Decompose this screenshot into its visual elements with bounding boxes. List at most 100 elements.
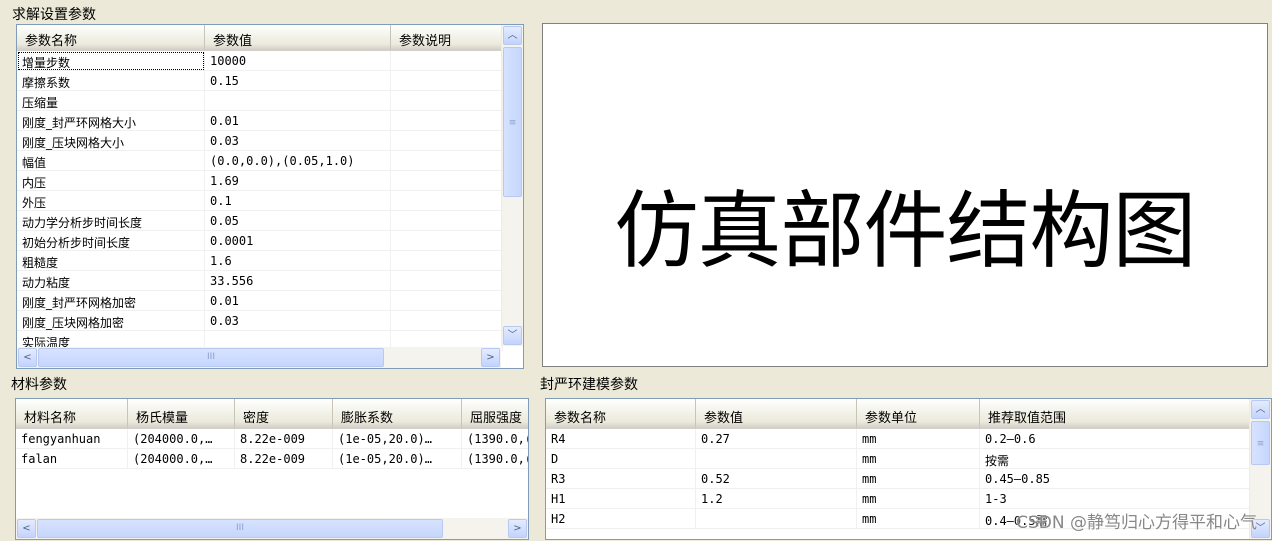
table-cell[interactable]: 1-3 [980, 489, 1251, 509]
column-header[interactable]: 参数值 [205, 25, 391, 51]
table-cell[interactable]: 1.6 [205, 251, 391, 271]
solver-group-title: 求解设置参数 [12, 7, 96, 23]
table-cell[interactable]: 0.01 [205, 111, 391, 131]
table-cell[interactable]: 初始分析步时间长度 [17, 231, 205, 251]
table-cell[interactable]: (204000.0,… [128, 449, 235, 469]
table-cell[interactable]: mm [857, 489, 980, 509]
column-header[interactable]: 屈服强度 [462, 399, 528, 429]
table-cell[interactable]: 内压 [17, 171, 205, 191]
table-cell[interactable]: 0.27 [696, 429, 857, 449]
scroll-up-icon[interactable]: ︿ [1251, 400, 1270, 419]
scroll-down-icon[interactable]: ﹀ [503, 326, 522, 345]
table-cell[interactable]: 0.03 [205, 131, 391, 151]
table-cell[interactable]: 刚度_压块网格加密 [17, 311, 205, 331]
column-header[interactable]: 参数名称 [17, 25, 205, 51]
material-hscrollbar[interactable]: < III > [16, 518, 528, 539]
table-cell[interactable]: 8.22e-009 [235, 449, 333, 469]
table-cell[interactable]: 1.69 [205, 171, 391, 191]
column-header[interactable]: 参数名称 [546, 399, 696, 429]
table-cell[interactable]: 摩擦系数 [17, 71, 205, 91]
table-cell[interactable]: (1390.0,( [462, 429, 528, 449]
table-cell[interactable]: 1.2 [696, 489, 857, 509]
solver-vscroll-thumb[interactable]: ≡ [503, 47, 522, 197]
table-cell[interactable] [696, 509, 857, 529]
solver-params-table[interactable]: 参数名称 参数值 参数说明增量步数 10000 摩擦系数 0.15 压缩量 刚度_封严环网格大… [16, 24, 524, 369]
table-cell[interactable]: 8.22e-009 [235, 429, 333, 449]
table-cell[interactable]: (0.0,0.0),(0.05,1.0) [205, 151, 391, 171]
table-cell [391, 111, 503, 131]
table-cell [391, 211, 503, 231]
structure-picture-box: 仿真部件结构图 [542, 23, 1268, 367]
table-cell[interactable]: 0.15 [205, 71, 391, 91]
scroll-up-icon[interactable]: ︿ [503, 26, 522, 45]
table-cell[interactable]: 动力粘度 [17, 271, 205, 291]
table-cell [391, 131, 503, 151]
table-cell[interactable]: 粗糙度 [17, 251, 205, 271]
table-cell[interactable]: (1e-05,20.0)… [333, 429, 462, 449]
table-cell[interactable]: 0.52 [696, 469, 857, 489]
table-cell[interactable]: mm [857, 509, 980, 529]
table-cell[interactable]: 0.45—0.85 [980, 469, 1251, 489]
solver-hscroll-thumb[interactable]: III [38, 348, 384, 367]
table-cell [391, 191, 503, 211]
table-cell[interactable]: 按需 [980, 449, 1251, 469]
table-cell[interactable]: 刚度_封严环网格加密 [17, 291, 205, 311]
table-cell[interactable]: 刚度_压块网格大小 [17, 131, 205, 151]
table-cell [391, 171, 503, 191]
table-cell[interactable]: fengyanhuan [16, 429, 128, 449]
scroll-left-icon[interactable]: < [17, 519, 36, 538]
seal-vscroll-thumb[interactable]: ≡ [1251, 421, 1270, 465]
column-header[interactable]: 密度 [235, 399, 333, 429]
scroll-left-icon[interactable]: < [18, 348, 37, 367]
table-cell[interactable]: 幅值 [17, 151, 205, 171]
column-header[interactable]: 材料名称 [16, 399, 128, 429]
table-cell[interactable]: 0.2—0.6 [980, 429, 1251, 449]
column-header[interactable]: 推荐取值范围 [980, 399, 1251, 429]
structure-picture-label: 仿真部件结构图 [614, 182, 1196, 280]
table-cell[interactable]: 0.1 [205, 191, 391, 211]
table-cell [391, 71, 503, 91]
table-cell[interactable]: R4 [546, 429, 696, 449]
column-header[interactable]: 参数单位 [857, 399, 980, 429]
seal-group-title: 封严环建模参数 [540, 377, 638, 393]
table-cell[interactable]: 外压 [17, 191, 205, 211]
table-cell[interactable]: 10000 [205, 51, 391, 71]
table-cell [391, 151, 503, 171]
table-cell[interactable]: R3 [546, 469, 696, 489]
table-cell[interactable]: mm [857, 469, 980, 489]
scroll-right-icon[interactable]: > [481, 348, 500, 367]
column-header[interactable]: 参数说明 [391, 25, 503, 51]
table-cell[interactable]: 0.03 [205, 311, 391, 331]
table-cell[interactable]: 刚度_封严环网格大小 [17, 111, 205, 131]
table-cell[interactable]: 压缩量 [17, 91, 205, 111]
seal-params-table[interactable]: 参数名称 参数值 参数单位 推荐取值范围 R4 0.27 mm 0.2—0.6 Dmm 按需 R3 0… [545, 398, 1272, 540]
material-params-table[interactable]: 材料名称 杨氏模量 密度 膨胀系数 屈服强度 fengyanhuan (204000.0,…… [15, 398, 529, 540]
table-cell[interactable]: 33.556 [205, 271, 391, 291]
table-cell[interactable] [696, 449, 857, 469]
table-cell[interactable]: D [546, 449, 696, 469]
table-cell[interactable]: H1 [546, 489, 696, 509]
table-cell[interactable]: 增量步数 [17, 51, 205, 71]
table-cell[interactable]: 动力学分析步时间长度 [17, 211, 205, 231]
table-cell[interactable]: mm [857, 449, 980, 469]
table-cell[interactable]: 0.01 [205, 291, 391, 311]
column-header[interactable]: 膨胀系数 [333, 399, 462, 429]
material-hscroll-thumb[interactable]: III [37, 519, 443, 538]
table-cell[interactable]: (1e-05,20.0)… [333, 449, 462, 469]
column-header[interactable]: 参数值 [696, 399, 857, 429]
solver-vscrollbar[interactable]: ︿ ≡ ﹀ [501, 25, 523, 346]
table-cell [391, 91, 503, 111]
table-cell[interactable]: 0.05 [205, 211, 391, 231]
table-cell[interactable]: falan [16, 449, 128, 469]
column-header[interactable]: 杨氏模量 [128, 399, 235, 429]
csdn-watermark: CSDN @静笃归心方得平和心气 [1016, 513, 1257, 533]
table-cell[interactable]: mm [857, 429, 980, 449]
table-cell[interactable]: 0.0001 [205, 231, 391, 251]
solver-hscrollbar[interactable]: < III > [17, 347, 501, 368]
scroll-right-icon[interactable]: > [508, 519, 527, 538]
table-cell[interactable]: (1390.0,( [462, 449, 528, 469]
table-cell[interactable]: (204000.0,… [128, 429, 235, 449]
table-cell[interactable] [205, 91, 391, 111]
table-cell[interactable]: H2 [546, 509, 696, 529]
table-cell [391, 271, 503, 291]
